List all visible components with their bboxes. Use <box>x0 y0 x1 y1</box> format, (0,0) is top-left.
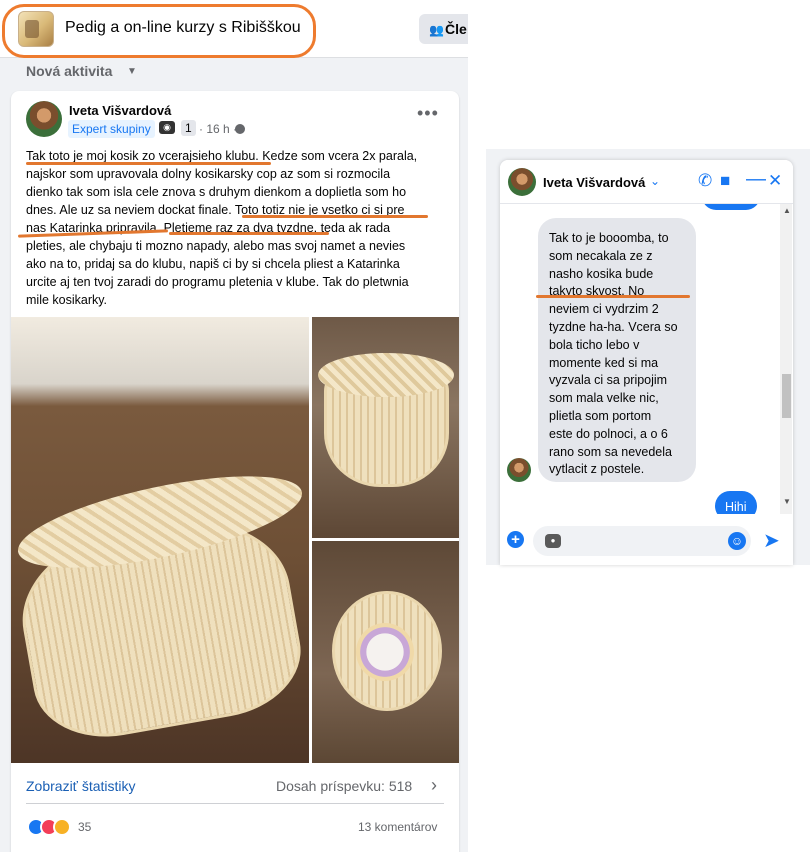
members-label: Čle <box>445 21 467 37</box>
globe-icon <box>235 124 245 134</box>
basket-inner <box>356 623 414 681</box>
expert-badge[interactable]: Expert skupiny <box>68 120 155 138</box>
author-name[interactable]: Iveta Višvardová <box>69 103 171 118</box>
message-input[interactable]: ● ☺ <box>533 526 751 556</box>
basket-photo[interactable] <box>312 541 459 763</box>
close-icon[interactable]: ✕ <box>768 171 782 191</box>
message-line: Tak to je booomba, to <box>549 231 669 245</box>
view-stats-link[interactable]: Zobraziť štatistiky <box>26 778 136 794</box>
gif-icon[interactable]: ● <box>545 534 561 548</box>
underline-annotation <box>242 215 428 218</box>
post-time[interactable]: · 16 h · <box>199 122 237 136</box>
chat-header: Iveta Višvardová ⌄ ✆ ■ — ✕ <box>500 160 793 204</box>
chat-panel-backdrop: Iveta Višvardová ⌄ ✆ ■ — ✕ Tak to je boo… <box>486 149 810 565</box>
emoji-icon[interactable]: ☺ <box>728 532 746 550</box>
post-text: Tak toto je moj kosik zo vcerajsieho klu… <box>26 147 446 309</box>
message-line: vytlacit z postele. <box>549 462 645 477</box>
badge-icon: ◉ <box>159 121 175 134</box>
previous-message-bubble <box>702 204 760 210</box>
reaction-count[interactable]: 35 <box>78 820 91 834</box>
add-icon[interactable]: + <box>507 531 524 548</box>
members-icon: 👥 <box>429 23 444 37</box>
received-message-bubble[interactable]: Tak to je booomba, to som necakala ze z … <box>538 218 696 482</box>
scroll-up-icon[interactable]: ▲ <box>783 206 791 215</box>
underline-annotation <box>536 295 690 298</box>
chat-messages: Tak to je booomba, to som necakala ze z … <box>500 204 793 514</box>
post-text-line: pleties, ale chybaju ti mozno napady, al… <box>26 239 406 253</box>
post-text-line: ako na to, pridaj sa do klubu, napiš ci … <box>26 257 400 271</box>
message-line: plietla som portom <box>549 408 652 423</box>
message-line: bola ticho lebo v <box>549 337 640 352</box>
basket-photo[interactable] <box>11 317 309 763</box>
comment-count[interactable]: 13 komentárov <box>358 820 437 834</box>
message-line: vyzvala ci sa pripojim <box>549 373 668 388</box>
chevron-down-icon[interactable]: ⌄ <box>650 174 660 188</box>
message-line: tyzdne ha-ha. Vcera so <box>549 319 678 334</box>
chat-avatar[interactable] <box>508 168 536 196</box>
chat-scrollbar[interactable] <box>780 204 792 514</box>
underline-annotation <box>26 162 271 165</box>
chat-window: Iveta Višvardová ⌄ ✆ ■ — ✕ Tak to je boo… <box>500 160 793 565</box>
sender-avatar[interactable] <box>507 458 531 482</box>
post-text-line: urcite aj ten tvoj zaradi do programu pl… <box>26 275 409 289</box>
author-avatar[interactable] <box>26 101 62 137</box>
group-feed-panel: Pedig a on-line kurzy s Ribišškou 👥Čle N… <box>0 0 468 852</box>
sort-dropdown[interactable]: Nová aktivita <box>26 63 112 79</box>
basket-rim <box>318 353 454 397</box>
scroll-thumb[interactable] <box>782 374 791 418</box>
send-icon[interactable]: ➤ <box>763 528 780 553</box>
message-line: neviem ci vydrzim 2 <box>549 302 659 317</box>
badge-count: 1 <box>181 120 196 136</box>
post-time-value: 16 h <box>206 122 230 136</box>
message-line: rano som sa nevedela <box>549 444 672 459</box>
message-line: momente ked si ma <box>549 355 659 370</box>
post-reach: Dosah príspevku: 518 <box>276 778 413 794</box>
message-line: takyto skvost. No <box>549 284 645 299</box>
minimize-icon[interactable]: — <box>746 168 766 191</box>
reaction-icons[interactable] <box>27 818 75 836</box>
video-icon[interactable]: ■ <box>720 171 730 191</box>
message-line: som mala velke nic, <box>549 391 659 406</box>
message-line: som necakala ze z <box>549 248 653 263</box>
group-header: Pedig a on-line kurzy s Ribišškou 👥Čle <box>0 0 468 58</box>
basket-photo[interactable] <box>312 317 459 538</box>
chat-contact-name[interactable]: Iveta Višvardová <box>543 175 645 190</box>
sent-message-bubble[interactable]: Hihi <box>715 491 757 514</box>
scroll-down-icon[interactable]: ▼ <box>783 497 791 506</box>
post-text-line: najskor som upravovala dolny kosikarsky … <box>26 167 391 181</box>
divider <box>26 803 444 804</box>
post-card: Iveta Višvardová Expert skupiny ◉ 1 · 16… <box>11 91 459 852</box>
post-text-line: dienko tak som isla cele znova s druhym … <box>26 185 407 199</box>
photo-grid <box>11 317 459 763</box>
chat-composer: + ● ☺ ➤ <box>500 514 793 565</box>
message-line: nasho kosika bude <box>549 266 654 281</box>
highlight-oval-annotation <box>2 4 316 58</box>
more-icon[interactable]: ••• <box>417 103 439 124</box>
chevron-right-icon[interactable]: › <box>431 775 437 796</box>
underline-annotation <box>169 232 329 235</box>
members-button[interactable]: 👥Čle <box>419 14 468 44</box>
caret-down-icon[interactable]: ▼ <box>127 66 137 77</box>
care-icon <box>53 818 71 836</box>
post-text-line: mile kosikarky. <box>26 293 108 307</box>
message-line: este do polnoci, a o 6 <box>549 426 668 441</box>
phone-icon[interactable]: ✆ <box>698 171 712 191</box>
